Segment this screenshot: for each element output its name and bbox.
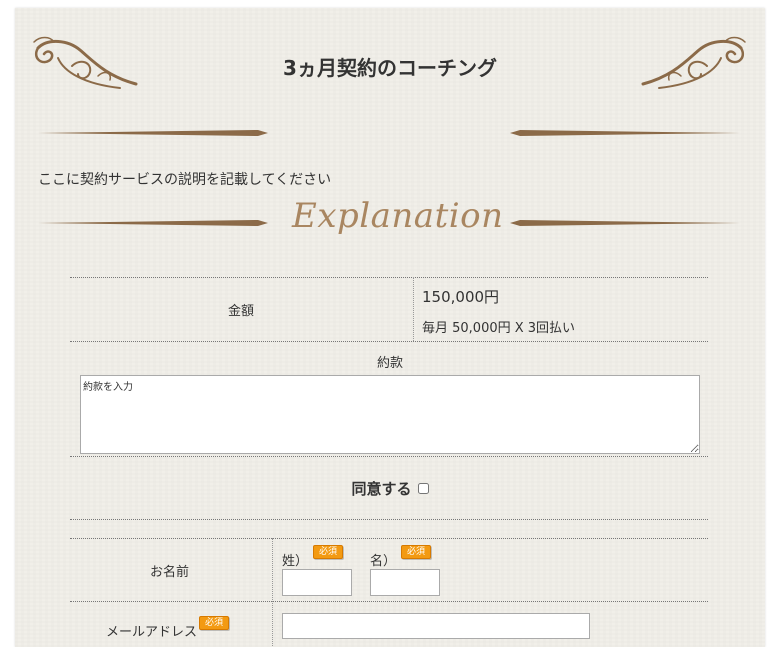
price-label: 金額 [228, 304, 255, 319]
price-amount: 150,000円 [422, 288, 500, 306]
divider-rule-right [510, 130, 740, 136]
terms-label: 約款 [376, 356, 403, 371]
agree-label: 同意する [351, 480, 412, 498]
service-description: ここに契約サービスの説明を記載してください [38, 172, 332, 188]
table-column-divider [272, 538, 273, 646]
first-name-input[interactable] [370, 569, 440, 596]
terms-textarea[interactable]: 約款を入力 [80, 375, 700, 454]
last-name-input[interactable] [282, 569, 352, 596]
name-label: お名前 [150, 565, 190, 580]
explanation-rule-right [510, 220, 740, 226]
table-divider [70, 601, 708, 602]
email-input[interactable] [282, 613, 590, 639]
required-badge: 必須 [401, 545, 432, 559]
divider-rule-left [38, 130, 268, 136]
required-badge: 必須 [313, 545, 344, 559]
agree-row: 同意する [0, 478, 780, 499]
explanation-rule-left [38, 220, 268, 226]
agree-checkbox[interactable] [417, 483, 429, 494]
explanation-heading: Explanation [292, 196, 504, 236]
table-divider [70, 456, 708, 457]
email-label: メールアドレス [106, 625, 198, 640]
table-divider [70, 519, 708, 520]
table-divider [70, 538, 708, 539]
required-badge: 必須 [199, 616, 230, 630]
table-divider [70, 341, 708, 342]
price-installments: 毎月 50,000円 X 3回払い [422, 321, 576, 336]
first-name-label: 名） [370, 554, 397, 569]
table-divider [70, 277, 708, 278]
form-title: 3ヵ月契約のコーチング [283, 56, 497, 80]
last-name-label: 姓） [282, 554, 309, 569]
table-column-divider [413, 277, 414, 341]
